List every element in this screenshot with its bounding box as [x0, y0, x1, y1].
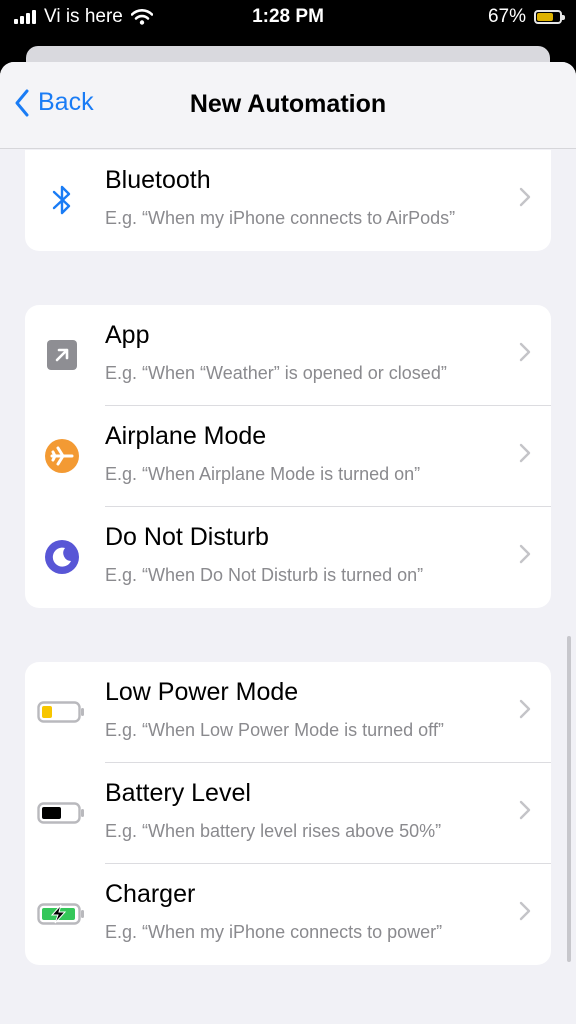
- list-item-title: Do Not Disturb: [105, 523, 269, 551]
- list-item-title: Battery Level: [105, 779, 251, 807]
- chevron-right-icon: [519, 342, 531, 362]
- automation-sheet: Back New Automation Bluetooth E.g. “When…: [0, 62, 576, 1024]
- list-item-title: Low Power Mode: [105, 678, 299, 706]
- list-item-app[interactable]: App E.g. “When “Weather” is opened or cl…: [25, 305, 551, 406]
- battery-icon: [534, 10, 565, 24]
- scrollbar[interactable]: [567, 636, 571, 962]
- chevron-right-icon: [519, 800, 531, 820]
- list-item-do-not-disturb[interactable]: Do Not Disturb E.g. “When Do Not Disturb…: [25, 507, 551, 608]
- list-item-subtitle: E.g. “When Airplane Mode is turned on”: [105, 464, 421, 484]
- chevron-right-icon: [519, 443, 531, 463]
- list-item-battery-level[interactable]: Battery Level E.g. “When battery level r…: [25, 763, 551, 864]
- list-item-title: Bluetooth: [105, 166, 211, 194]
- list-item-subtitle: E.g. “When my iPhone connects to AirPods…: [105, 208, 456, 228]
- bluetooth-icon: [45, 183, 79, 217]
- chevron-right-icon: [519, 187, 531, 207]
- low-power-battery-icon: [37, 695, 85, 729]
- navigation-bar: Back New Automation: [0, 62, 576, 149]
- moon-icon: [45, 540, 79, 574]
- status-right: 67%: [487, 6, 565, 28]
- list-item-title: Charger: [105, 880, 196, 908]
- airplane-icon: [45, 439, 79, 473]
- page-title: New Automation: [189, 90, 387, 118]
- chevron-right-icon: [519, 699, 531, 719]
- list-item-subtitle: E.g. “When Do Not Disturb is turned on”: [105, 565, 424, 585]
- list-item-subtitle: E.g. “When my iPhone connects to power”: [105, 922, 443, 942]
- chevron-right-icon: [519, 544, 531, 564]
- battery-group: Low Power Mode E.g. “When Low Power Mode…: [25, 662, 551, 965]
- battery-level-icon: [37, 796, 85, 830]
- list-item-low-power-mode[interactable]: Low Power Mode E.g. “When Low Power Mode…: [25, 662, 551, 763]
- list-item-title: App: [105, 321, 150, 349]
- connectivity-group: Bluetooth E.g. “When my iPhone connects …: [25, 150, 551, 251]
- battery-percent: 67%: [487, 6, 526, 27]
- list-item-title: Airplane Mode: [105, 422, 267, 450]
- list-item-subtitle: E.g. “When “Weather” is opened or closed…: [105, 363, 447, 383]
- list-item-subtitle: E.g. “When Low Power Mode is turned off”: [105, 720, 444, 740]
- app-modes-group: App E.g. “When “Weather” is opened or cl…: [25, 305, 551, 608]
- list-item-charger[interactable]: Charger E.g. “When my iPhone connects to…: [25, 864, 551, 965]
- chevron-right-icon: [519, 901, 531, 921]
- list-item-bluetooth[interactable]: Bluetooth E.g. “When my iPhone connects …: [25, 150, 551, 251]
- status-bar: Vi is here 1:28 PM 67%: [0, 0, 576, 34]
- charging-battery-icon: [37, 897, 85, 931]
- app-open-icon: [45, 338, 79, 372]
- list-item-subtitle: E.g. “When battery level rises above 50%…: [105, 821, 442, 841]
- list-item-airplane-mode[interactable]: Airplane Mode E.g. “When Airplane Mode i…: [25, 406, 551, 507]
